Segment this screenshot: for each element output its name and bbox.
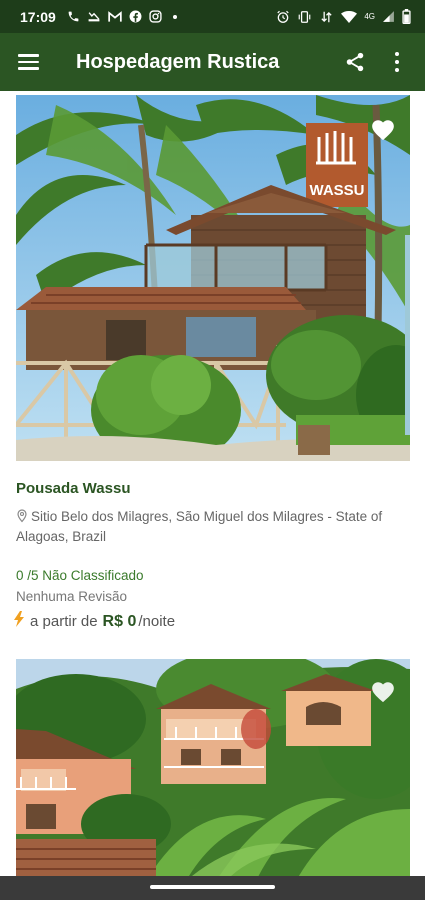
phone-icon (68, 11, 79, 22)
price-prefix: a partir de (30, 613, 98, 630)
listing-feed[interactable]: WASSU Pousada Wassu Sitio Belo dos Milag… (0, 91, 425, 876)
heart-icon[interactable] (370, 679, 396, 705)
price-suffix: /noite (138, 613, 176, 630)
listing-title[interactable]: Pousada Wassu (16, 480, 130, 497)
listing-photo[interactable] (16, 659, 410, 876)
sign-text: WASSU (309, 182, 364, 199)
status-time: 17:09 (20, 8, 56, 25)
price-line: a partir de R$ 0 /noite (14, 611, 175, 632)
share-icon[interactable] (339, 46, 371, 78)
location-pin-icon (17, 509, 27, 523)
facebook-icon (129, 10, 142, 23)
app-bar: Hospedagem Rustica (0, 33, 425, 91)
hamburger-menu-icon[interactable] (18, 50, 42, 74)
address-text: Sitio Belo dos Milagres, São Miguel dos … (16, 509, 383, 544)
network-type: 4G (364, 12, 375, 21)
missed-call-icon (88, 12, 100, 22)
data-icon (321, 11, 332, 22)
alarm-icon (277, 10, 289, 23)
listing-card[interactable]: WASSU Pousada Wassu Sitio Belo dos Milag… (0, 91, 425, 651)
more-vertical-icon[interactable] (381, 46, 413, 78)
listing-address: Sitio Belo dos Milagres, São Miguel dos … (16, 507, 406, 547)
gmail-icon (108, 10, 122, 22)
reviews-count: Nenhuma Revisão (16, 589, 128, 604)
battery-icon (402, 9, 411, 24)
system-nav-bar (0, 876, 425, 900)
lightning-icon (14, 611, 24, 632)
rating-text: 0 /5 Não Classificado (16, 568, 144, 583)
listing-photo[interactable]: WASSU (16, 95, 410, 461)
app-title: Hospedagem Rustica (76, 50, 280, 73)
home-gesture-pill[interactable] (150, 885, 275, 889)
listing-card[interactable] (0, 651, 425, 876)
signal-icon (383, 11, 394, 22)
heart-icon[interactable] (370, 117, 396, 143)
instagram-icon (149, 10, 162, 23)
status-bar: 17:09 4G (0, 0, 425, 33)
vibrate-icon (298, 10, 311, 23)
wifi-icon (341, 10, 358, 23)
price-amount: R$ 0 (102, 612, 137, 630)
notification-dot (172, 14, 177, 19)
